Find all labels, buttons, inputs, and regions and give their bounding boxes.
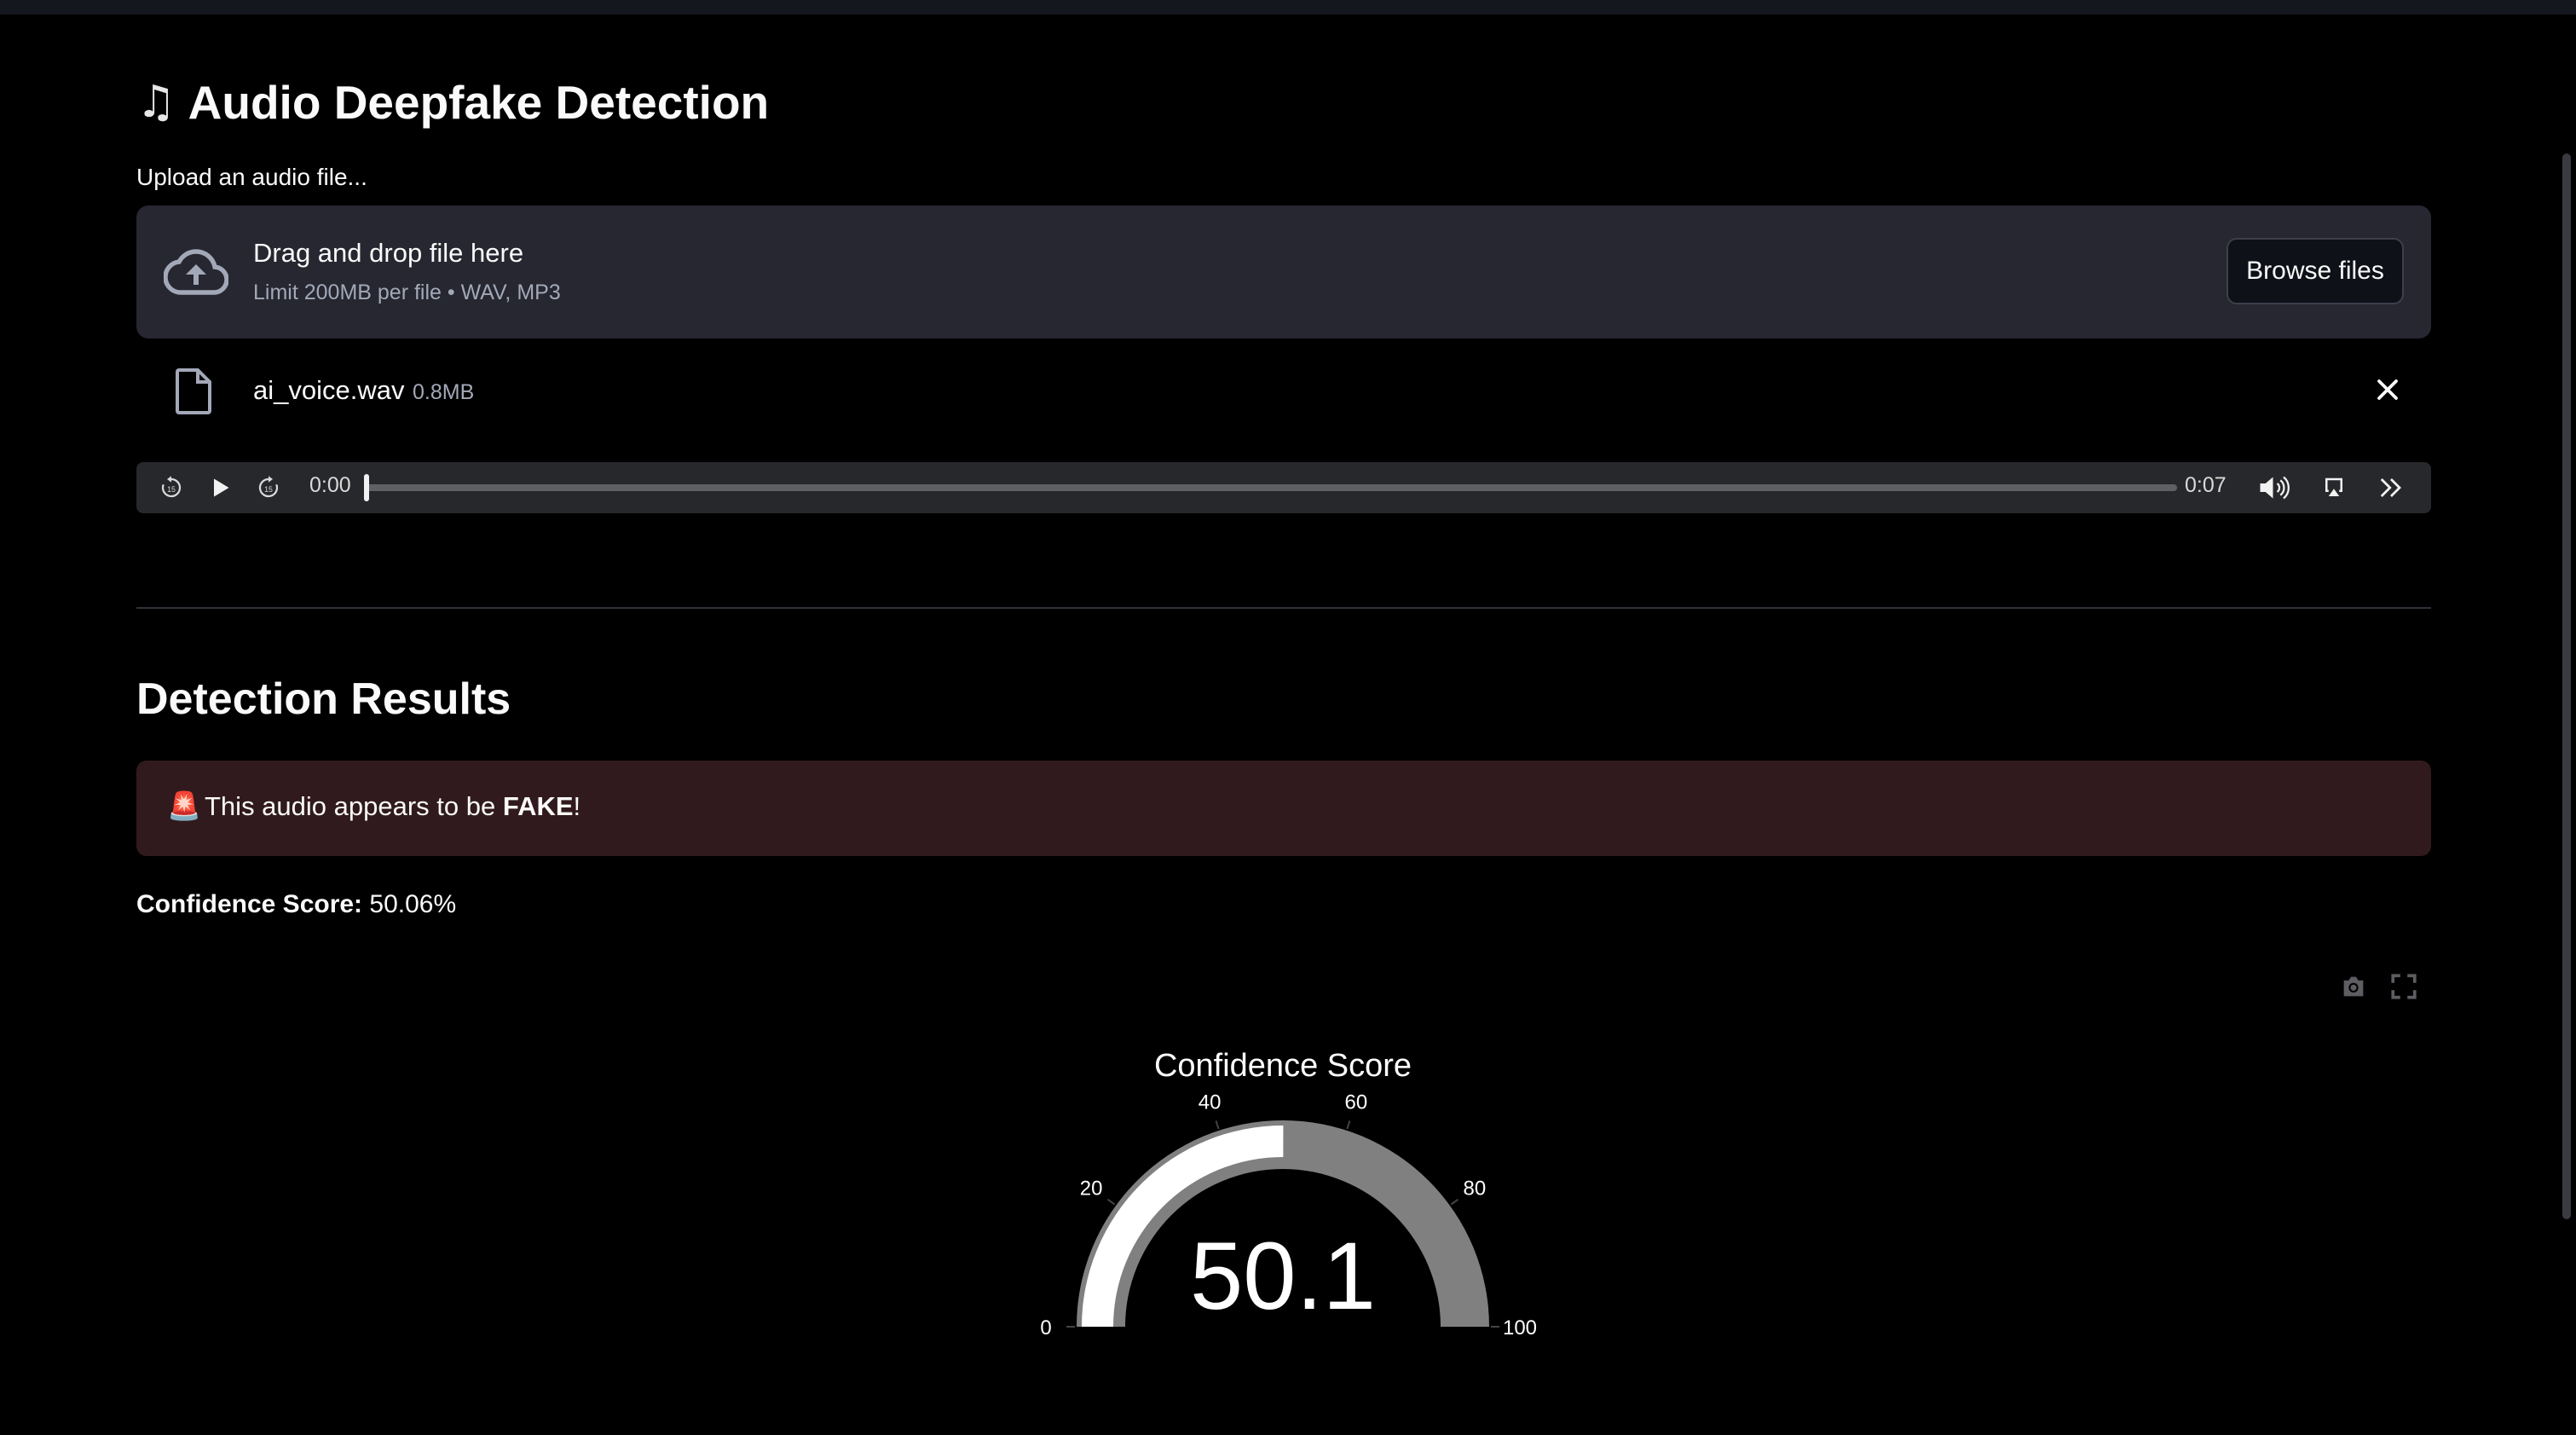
dropzone-limit-text: Limit 200MB per file • WAV, MP3 (253, 281, 561, 304)
dropzone-instructions: Drag and drop file here (253, 238, 524, 268)
current-time: 0:00 (309, 473, 351, 497)
skip-forward-15-icon[interactable]: 15 (256, 475, 281, 501)
gauge-tick-mark (1215, 1120, 1220, 1130)
gauge-tick-mark (1450, 1198, 1459, 1206)
alert-suffix: ! (573, 791, 581, 821)
gauge-tick-mark (1346, 1120, 1351, 1130)
camera-icon[interactable] (2339, 972, 2368, 1001)
upload-label: Upload an audio file... (136, 164, 367, 190)
seek-handle[interactable] (364, 474, 369, 501)
musical-note-icon: ♫ (136, 77, 176, 128)
gauge-tick-mark (1106, 1198, 1116, 1206)
gauge-tick-label: 40 (1198, 1091, 1222, 1114)
confidence-gauge: Confidence Score 0 20 40 60 80 100 50.1 (1040, 1048, 1537, 1340)
file-dropzone[interactable]: Drag and drop file here Limit 200MB per … (136, 205, 2431, 338)
alert-message: This audio appears to be FAKE! (205, 791, 580, 822)
page-scrollbar[interactable] (2562, 153, 2571, 1219)
fake-alert-banner: 🚨 This audio appears to be FAKE! (136, 761, 2431, 856)
gauge-value: 50.1 (1190, 1223, 1376, 1329)
gauge-tick-label: 100 (1503, 1316, 1537, 1340)
gauge-tick-label: 0 (1040, 1316, 1051, 1340)
airplay-icon[interactable] (2319, 475, 2349, 501)
svg-text:15: 15 (167, 485, 176, 494)
browse-files-button[interactable]: Browse files (2227, 238, 2404, 304)
play-icon[interactable] (208, 475, 232, 501)
gauge-title: Confidence Score (1154, 1048, 1412, 1084)
audio-player: 15 15 0:00 0:07 (136, 462, 2431, 513)
alert-prefix: This audio appears to be (205, 791, 503, 821)
results-heading: Detection Results (136, 674, 511, 724)
alert-verdict: FAKE (502, 791, 574, 821)
gauge-tick-label: 80 (1464, 1178, 1487, 1201)
uploaded-file-name: ai_voice.wav (253, 375, 405, 405)
volume-icon[interactable] (2255, 475, 2296, 501)
page-title-text: Audio Deepfake Detection (188, 76, 770, 129)
page-title: ♫ Audio Deepfake Detection (136, 68, 769, 136)
uploaded-file-row: ai_voice.wav 0.8MB (136, 365, 2431, 420)
seek-bar[interactable] (367, 484, 2177, 491)
confidence-value: 50.06% (369, 890, 457, 918)
gauge-tick-label: 60 (1345, 1091, 1368, 1114)
skip-back-15-icon[interactable]: 15 (159, 475, 184, 501)
file-icon (176, 368, 211, 414)
fullscreen-icon[interactable] (2389, 972, 2418, 1001)
close-icon[interactable] (2375, 377, 2400, 402)
confidence-score-text: Confidence Score: 50.06% (136, 890, 456, 919)
svg-text:15: 15 (264, 485, 273, 494)
gauge-tick-label: 20 (1080, 1178, 1103, 1201)
confidence-label: Confidence Score: (136, 890, 363, 918)
playback-speed-icon[interactable] (2377, 475, 2406, 501)
section-divider (136, 607, 2431, 609)
top-header-bar (0, 0, 2576, 14)
cloud-upload-icon (164, 249, 228, 295)
uploaded-file-size: 0.8MB (413, 380, 475, 404)
siren-icon: 🚨 (167, 790, 201, 822)
duration: 0:07 (2185, 473, 2227, 497)
